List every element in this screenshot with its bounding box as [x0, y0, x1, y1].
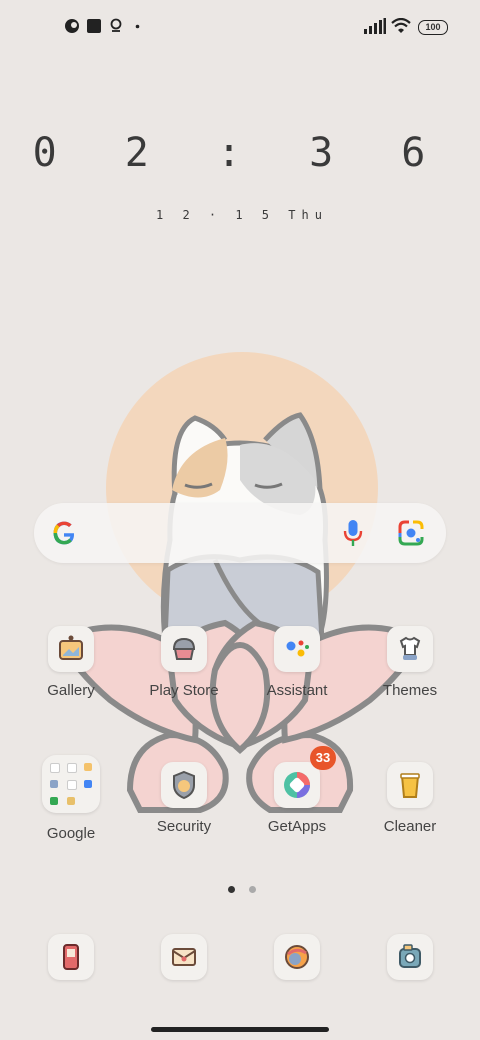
- gallery-icon: [48, 626, 94, 672]
- app-getapps[interactable]: 33 GetApps: [247, 746, 347, 835]
- notification-icon: [65, 19, 79, 33]
- google-search-bar[interactable]: [34, 503, 446, 563]
- google-icon: [53, 521, 75, 545]
- battery-level: 100: [425, 22, 441, 32]
- page-dot: [249, 886, 257, 893]
- page-dot-active: [228, 886, 235, 893]
- camera-icon: [387, 934, 433, 980]
- clock-time[interactable]: 0 2 : 3 6: [0, 130, 480, 176]
- app-themes[interactable]: Themes: [360, 626, 460, 699]
- assistant-icon: [274, 626, 320, 672]
- gesture-nav-bar[interactable]: [151, 1027, 329, 1032]
- notification-badge: 33: [310, 746, 336, 770]
- app-label: GetApps: [267, 818, 327, 835]
- browser-icon: [274, 934, 320, 980]
- app-play-store[interactable]: Play Store: [134, 626, 234, 699]
- signal-icon: [364, 18, 386, 34]
- dock-browser[interactable]: [274, 934, 320, 980]
- folder-google[interactable]: Google: [21, 755, 121, 842]
- app-gallery[interactable]: Gallery: [21, 626, 121, 699]
- page-indicator: [228, 878, 265, 897]
- getapps-icon: 33: [274, 746, 336, 808]
- security-icon: [161, 762, 207, 808]
- app-cleaner[interactable]: Cleaner: [360, 762, 460, 835]
- wifi-icon: [391, 18, 411, 33]
- messages-icon: [161, 934, 207, 980]
- battery-icon: 100: [418, 20, 448, 35]
- app-label: Play Store: [149, 682, 219, 699]
- app-label: Google: [46, 825, 96, 842]
- mic-icon[interactable]: [342, 519, 364, 547]
- phone-icon: [48, 934, 94, 980]
- app-label: Themes: [382, 682, 438, 699]
- app-assistant[interactable]: Assistant: [247, 626, 347, 699]
- cleaner-icon: [387, 762, 433, 808]
- dot-icon: [135, 24, 140, 29]
- dock-phone[interactable]: [48, 934, 94, 980]
- play-store-icon: [161, 626, 207, 672]
- app-label: Cleaner: [383, 818, 437, 835]
- dock-messages[interactable]: [161, 934, 207, 980]
- lens-icon[interactable]: [398, 520, 424, 546]
- app-label: Assistant: [266, 682, 328, 699]
- app-label: Gallery: [47, 682, 95, 699]
- clock-date[interactable]: 1 2 · 1 5 Thu: [156, 208, 328, 222]
- google-folder-icon: [42, 755, 100, 813]
- themes-icon: [387, 626, 433, 672]
- app-security[interactable]: Security: [134, 762, 234, 835]
- app-label: Security: [156, 818, 212, 835]
- stop-icon: [87, 19, 101, 33]
- dock-camera[interactable]: [387, 934, 433, 980]
- status-bar: 100: [0, 0, 480, 56]
- location-icon: [110, 18, 122, 32]
